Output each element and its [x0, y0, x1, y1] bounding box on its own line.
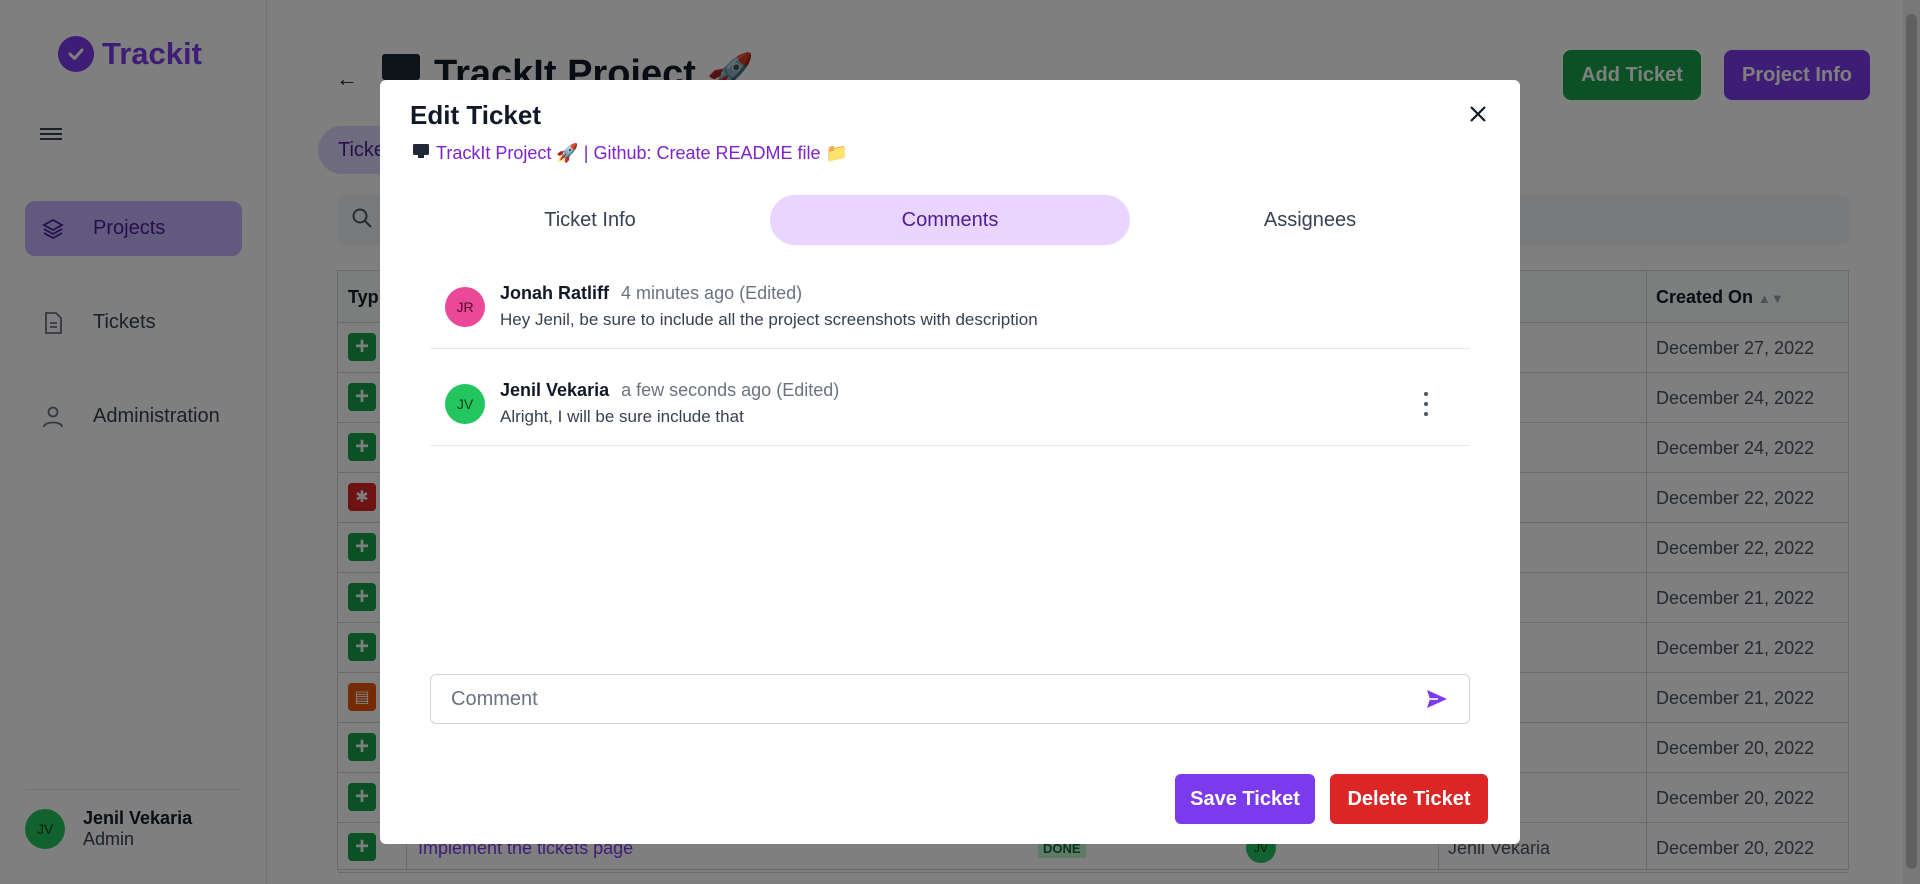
comment-item: JR Jonah Ratliff 4 minutes ago (Edited) H…: [430, 265, 1470, 349]
save-ticket-button[interactable]: Save Ticket: [1175, 774, 1315, 824]
comment-item: JV Jenil Vekaria a few seconds ago (Edite…: [430, 362, 1470, 446]
comment-input[interactable]: [451, 687, 1425, 711]
close-icon[interactable]: [1462, 98, 1494, 130]
comment-field[interactable]: [430, 674, 1470, 724]
breadcrumb: TrackIt Project 🚀 | Github: Create READM…: [412, 143, 848, 164]
more-options-icon[interactable]: [1420, 392, 1432, 416]
delete-ticket-button[interactable]: Delete Ticket: [1330, 774, 1488, 824]
comment-author: Jenil Vekaria a few seconds ago (Edited): [500, 380, 840, 400]
comment-timestamp: 4 minutes ago (Edited): [621, 283, 803, 303]
avatar: JR: [445, 287, 485, 327]
comment-text: Hey Jenil, be sure to include all the pr…: [500, 310, 1038, 329]
comment-text: Alright, I will be sure include that: [500, 407, 744, 426]
tab-ticket-info[interactable]: Ticket Info: [410, 195, 770, 245]
comment-author: Jonah Ratliff 4 minutes ago (Edited): [500, 283, 803, 303]
edit-ticket-modal: Edit Ticket TrackIt Project 🚀 | Github: …: [380, 80, 1520, 844]
tab-comments[interactable]: Comments: [770, 195, 1130, 245]
send-icon[interactable]: [1425, 687, 1449, 711]
avatar: JV: [445, 384, 485, 424]
modal-title: Edit Ticket: [410, 100, 542, 130]
modal-tabs: Ticket Info Comments Assignees: [410, 195, 1490, 245]
monitor-icon: [412, 143, 430, 164]
comment-timestamp: a few seconds ago (Edited): [621, 380, 840, 400]
tab-assignees[interactable]: Assignees: [1130, 195, 1490, 245]
